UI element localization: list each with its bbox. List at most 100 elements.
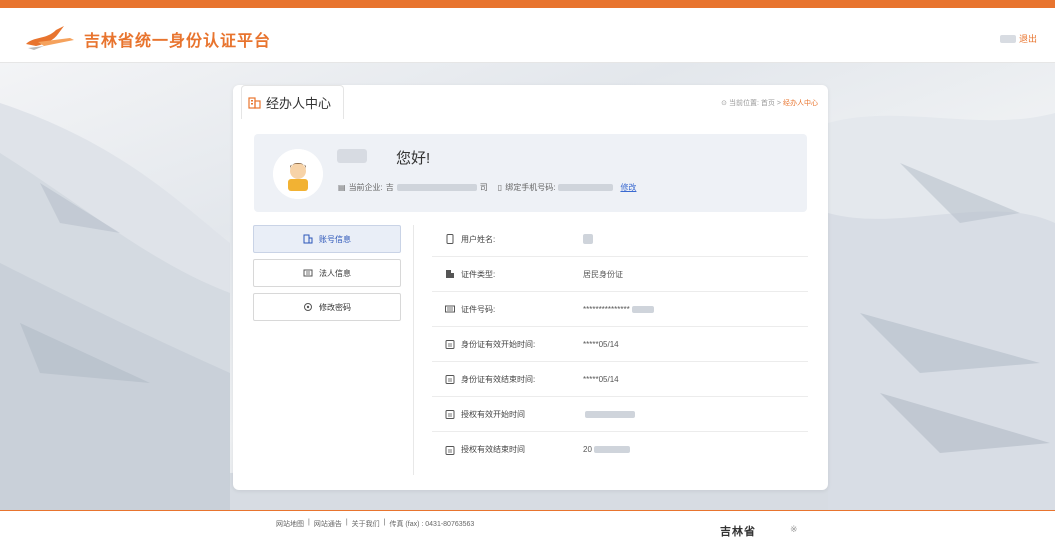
footer-separator: |: [383, 519, 386, 526]
info-label: 证件类型:: [432, 269, 583, 280]
menu-item-label: 修改密码: [319, 302, 351, 312]
footer-link-sitemap[interactable]: 网站地图: [276, 519, 304, 529]
calendar-icon: [445, 375, 455, 384]
header: 吉林省统一身份认证平台 退出: [0, 8, 1055, 63]
footer-fax: 传真 (fax) : 0431-80763563: [389, 521, 475, 528]
top-accent-bar: [0, 0, 1055, 8]
info-value-text: 居民身份证: [583, 269, 623, 279]
info-label-text: 身份证有效开始时间:: [461, 339, 536, 349]
vertical-divider: [413, 225, 414, 475]
company-name-blurred: [396, 184, 477, 191]
id-card-icon: [445, 305, 455, 313]
info-value: 20: [583, 445, 630, 454]
info-label: 授权有效开始时间: [432, 409, 583, 420]
footer-separator: |: [345, 519, 348, 526]
mobile-phone-icon: ▯: [497, 183, 503, 192]
user-card: 您好! ▤ 当前企业: 吉 司 ▯ 绑定手机号码: 修改: [254, 134, 807, 212]
site-title: 吉林省统一身份认证平台: [84, 33, 272, 50]
info-row-auth-start: 授权有效开始时间: [432, 397, 808, 432]
tab-agent-center[interactable]: 经办人中心: [241, 85, 345, 119]
breadcrumb-home[interactable]: 首页: [761, 98, 775, 108]
info-value-text: 20: [583, 445, 592, 454]
calendar-icon: [445, 445, 455, 455]
info-label: 授权有效结束时间: [432, 444, 583, 455]
legal-person-icon: [303, 269, 313, 277]
footer-link-about[interactable]: 关于我们: [352, 519, 380, 529]
account-info-list: 用户姓名: 证件类型: 居民身份证 证件号码: ***************: [432, 222, 808, 467]
info-label: 身份证有效结束时间:: [432, 374, 583, 385]
menu-item-label: 账号信息: [319, 234, 351, 244]
phone-icon: [446, 234, 454, 244]
info-row-id-start: 身份证有效开始时间: *****05/14: [432, 327, 808, 362]
menu-item-change-password[interactable]: 修改密码: [253, 293, 401, 321]
info-label: 用户姓名:: [432, 234, 583, 245]
auth-end-blurred: [593, 446, 630, 453]
footer-separator: |: [308, 519, 310, 526]
user-avatar-icon: [273, 149, 323, 199]
breadcrumb-separator: >: [776, 99, 781, 107]
info-value: [583, 410, 635, 418]
company-prefix: 吉: [385, 183, 394, 192]
greeting-text: 您好!: [396, 150, 431, 167]
company-icon: ▤: [338, 183, 346, 192]
company-label: 当前企业:: [348, 183, 383, 192]
center-panel: 经办人中心 ⊙ 当前位置: 首页 > 经办人中心 您好! ▤ 当前企业: 吉 司…: [233, 85, 828, 490]
breadcrumb-current: 经办人中心: [783, 100, 818, 107]
info-value: ***************: [583, 305, 654, 314]
info-value: [583, 234, 595, 244]
info-label-text: 证件类型:: [461, 269, 496, 279]
info-row-auth-end: 授权有效结束时间 20: [432, 432, 808, 467]
account-icon: [303, 234, 313, 244]
footer-secondary-logo-icon: ※: [790, 524, 798, 534]
side-menu: 账号信息 法人信息 修改密码: [253, 225, 401, 327]
company-info: ▤ 当前企业: 吉 司: [338, 182, 488, 193]
logout-link[interactable]: 退出: [1019, 32, 1037, 45]
id-number-tail-blurred: [631, 305, 654, 313]
edit-phone-link[interactable]: 修改: [620, 182, 636, 193]
menu-item-label: 法人信息: [319, 268, 351, 278]
info-label-text: 授权有效开始时间: [461, 409, 525, 419]
info-label: 证件号码:: [432, 304, 583, 315]
menu-item-legal-person[interactable]: 法人信息: [253, 259, 401, 287]
building-icon: [248, 97, 261, 109]
username-value-blurred: [583, 234, 593, 244]
password-icon: [304, 303, 312, 311]
phone-label: 绑定手机号码:: [505, 183, 556, 192]
footer-links: 网站地图 | 网站通告 | 关于我们 | 传真 (fax) : 0431-807…: [276, 519, 474, 529]
site-logo: [26, 26, 74, 50]
breadcrumb: ⊙ 当前位置: 首页 > 经办人中心: [721, 98, 818, 108]
info-label-text: 用户姓名:: [461, 234, 496, 244]
info-value-text: ***************: [583, 304, 630, 314]
user-meta-line: ▤ 当前企业: 吉 司 ▯ 绑定手机号码: 修改: [338, 182, 646, 193]
info-value: 居民身份证: [583, 269, 623, 280]
building-icon: [446, 270, 454, 278]
location-pin-icon: ⊙: [721, 100, 727, 107]
calendar-icon: [445, 410, 455, 419]
info-row-id-number: 证件号码: ***************: [432, 292, 808, 327]
header-user-area[interactable]: 退出: [999, 32, 1037, 45]
footer-link-notice[interactable]: 网站通告: [314, 519, 342, 529]
phone-number-blurred: [558, 184, 614, 191]
panel-header: 经办人中心 ⊙ 当前位置: 首页 > 经办人中心: [233, 85, 828, 119]
panel-title: 经办人中心: [266, 96, 332, 111]
info-label: 身份证有效开始时间:: [432, 339, 583, 350]
info-label-text: 证件号码:: [461, 304, 496, 314]
info-value-text: *****05/14: [583, 374, 619, 384]
header-username: [999, 34, 1016, 43]
footer-logo: 吉林省: [720, 526, 756, 537]
info-value: *****05/14: [583, 340, 619, 349]
info-row-id-end: 身份证有效结束时间: *****05/14: [432, 362, 808, 397]
menu-item-account-info[interactable]: 账号信息: [253, 225, 401, 253]
username-blurred: [337, 149, 367, 163]
breadcrumb-prefix: 当前位置:: [728, 100, 759, 107]
footer: 网站地图 | 网站通告 | 关于我们 | 传真 (fax) : 0431-807…: [0, 510, 1055, 537]
info-value: *****05/14: [583, 375, 619, 384]
calendar-icon: [445, 340, 455, 349]
info-row-id-type: 证件类型: 居民身份证: [432, 257, 808, 292]
info-value-text: *****05/14: [583, 339, 619, 349]
info-row-username: 用户姓名:: [432, 222, 808, 257]
avatar: [273, 149, 323, 199]
info-label-text: 授权有效结束时间: [461, 445, 525, 454]
auth-start-blurred: [585, 410, 635, 418]
phone-info: ▯ 绑定手机号码: 修改: [498, 182, 637, 193]
